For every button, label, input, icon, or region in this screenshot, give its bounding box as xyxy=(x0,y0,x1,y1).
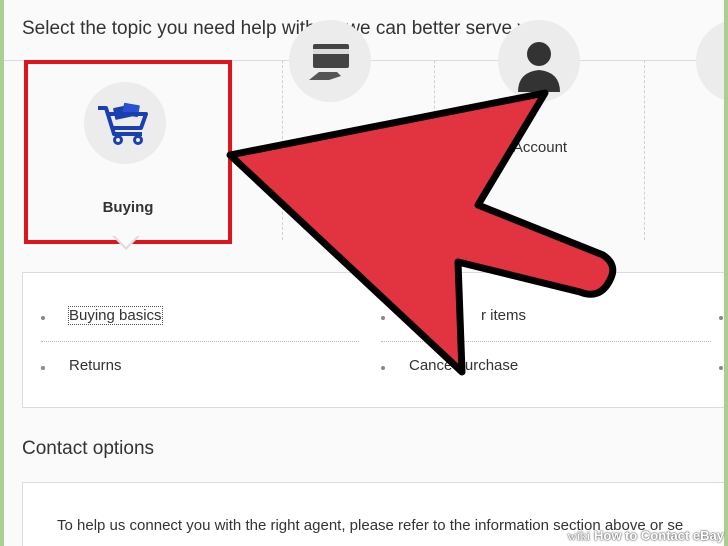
selected-tile-pointer-fill xyxy=(114,235,138,247)
user-icon xyxy=(518,42,560,92)
tile-divider xyxy=(434,60,435,240)
list-bullet xyxy=(41,316,45,320)
contact-options-heading: Contact options xyxy=(22,438,155,459)
topic-link-returns[interactable]: Returns xyxy=(69,357,122,374)
topic-link-buying-basics[interactable]: Buying basics xyxy=(68,306,163,325)
tile-divider xyxy=(644,60,645,240)
shopping-cart-icon xyxy=(98,102,148,145)
list-bullet xyxy=(719,366,723,370)
topic-tile-buying[interactable]: Buying xyxy=(24,60,232,244)
help-page: Select the topic you need help with so w… xyxy=(4,0,724,546)
list-bullet xyxy=(381,366,385,370)
list-bullet xyxy=(719,316,723,320)
tile-label: Account xyxy=(512,139,568,156)
topics-panel: Buying basics Returns r items Cance purc… xyxy=(22,272,724,408)
topic-tile-account[interactable]: Account xyxy=(436,0,644,180)
topic-link-cancel-purchase[interactable]: Cance purchase xyxy=(409,357,518,374)
wikihow-watermark: wiki How to Contact eBay xyxy=(567,528,724,543)
topic-tile-payments[interactable] xyxy=(284,0,434,180)
tile-icon-circle xyxy=(84,82,166,164)
credit-card-icon xyxy=(309,44,349,80)
topic-link-items[interactable]: r items xyxy=(481,307,526,324)
list-bullet xyxy=(381,316,385,320)
tile-label: Buying xyxy=(102,199,154,216)
list-bullet xyxy=(41,366,45,370)
tile-divider xyxy=(282,60,283,240)
topic-divider xyxy=(41,341,359,342)
tile-icon-circle xyxy=(498,20,580,102)
topic-divider xyxy=(381,341,711,342)
tile-icon-circle xyxy=(696,20,724,102)
topic-tile-more[interactable] xyxy=(646,0,724,180)
tile-icon-circle xyxy=(289,20,371,102)
